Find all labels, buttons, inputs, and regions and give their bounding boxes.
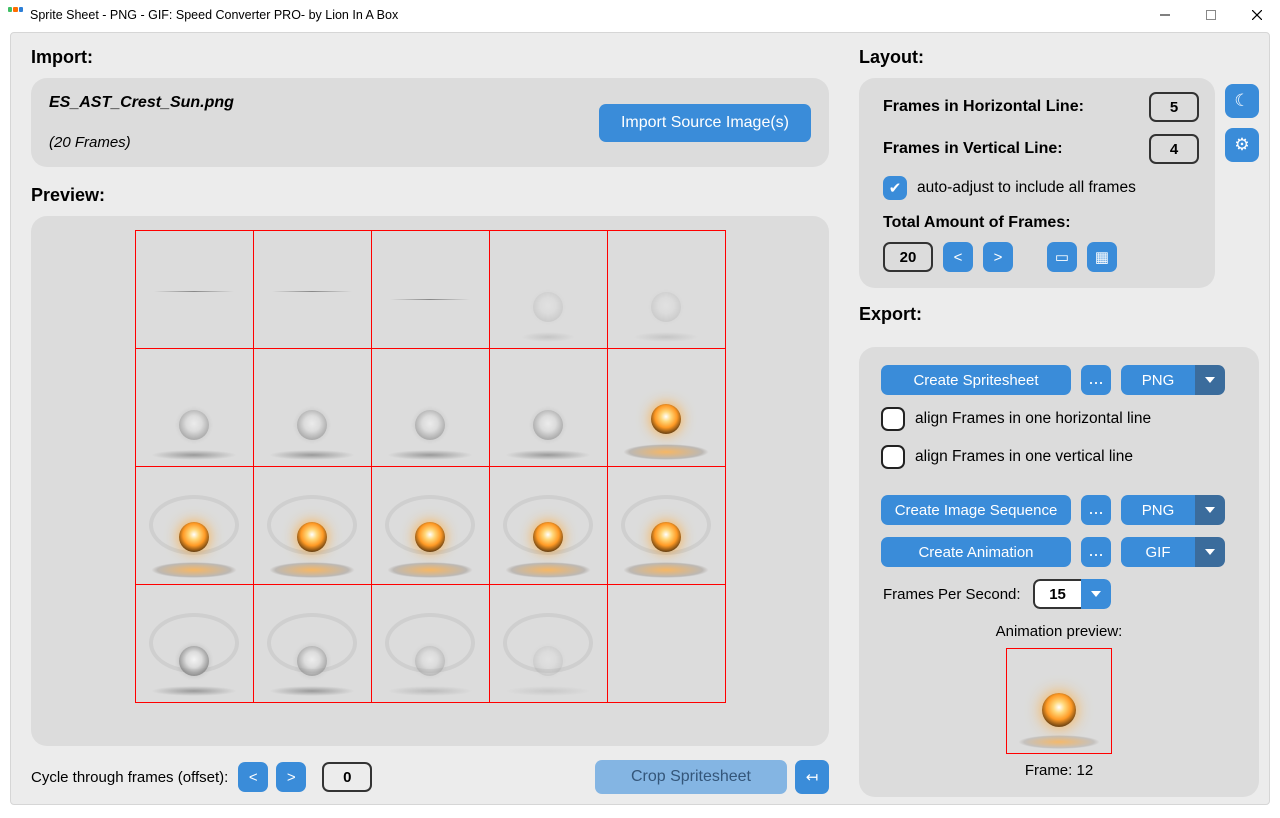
- total-prev-button[interactable]: <: [943, 242, 973, 272]
- align-vertical-checkbox[interactable]: [881, 445, 905, 469]
- import-source-button[interactable]: Import Source Image(s): [599, 104, 811, 142]
- sprite-frame: [490, 231, 607, 348]
- sequence-format-select[interactable]: PNG: [1121, 495, 1225, 525]
- app-frame: Import: ES_AST_Crest_Sun.png (20 Frames)…: [10, 32, 1270, 805]
- sprite-frame: [136, 231, 253, 348]
- sequence-format-value: PNG: [1121, 495, 1195, 525]
- app-icon: [8, 7, 24, 23]
- create-sequence-button[interactable]: Create Image Sequence: [881, 495, 1071, 525]
- spritesheet-format-value: PNG: [1121, 365, 1195, 395]
- import-heading: Import:: [31, 47, 829, 68]
- export-heading: Export:: [859, 304, 1259, 325]
- total-frames-label: Total Amount of Frames:: [883, 214, 1199, 232]
- sprite-frame: [254, 585, 371, 702]
- create-animation-button[interactable]: Create Animation: [881, 537, 1071, 567]
- sequence-path-button[interactable]: ...: [1081, 495, 1111, 525]
- sprite-frame: [372, 231, 489, 348]
- auto-adjust-label: auto-adjust to include all frames: [917, 179, 1136, 197]
- frames-v-input[interactable]: 4: [1149, 134, 1199, 164]
- sprite-frame: [608, 585, 725, 702]
- import-panel: ES_AST_Crest_Sun.png (20 Frames) Import …: [31, 78, 829, 167]
- sprite-frame: [372, 349, 489, 466]
- cycle-offset-input[interactable]: 0: [322, 762, 372, 792]
- chevron-down-icon: [1195, 495, 1225, 525]
- chevron-down-icon: [1195, 537, 1225, 567]
- animation-preview: [1006, 648, 1112, 754]
- sprite-frame: [608, 467, 725, 584]
- spritesheet-path-button[interactable]: ...: [1081, 365, 1111, 395]
- sprite-frame: [490, 585, 607, 702]
- align-horizontal-checkbox[interactable]: [881, 407, 905, 431]
- sprite-frame: [254, 231, 371, 348]
- animation-format-select[interactable]: GIF: [1121, 537, 1225, 567]
- animation-frame-label: Frame: 12: [881, 762, 1237, 779]
- create-spritesheet-button[interactable]: Create Spritesheet: [881, 365, 1071, 395]
- frames-h-input[interactable]: 5: [1149, 92, 1199, 122]
- sprite-frame: [372, 467, 489, 584]
- source-filename: ES_AST_Crest_Sun.png: [49, 94, 234, 112]
- sprite-frame: [490, 349, 607, 466]
- align-horizontal-label: align Frames in one horizontal line: [915, 410, 1151, 428]
- chevron-down-icon: [1195, 365, 1225, 395]
- source-frame-count: (20 Frames): [49, 134, 234, 151]
- fps-select[interactable]: 15: [1033, 579, 1111, 609]
- total-next-button[interactable]: >: [983, 242, 1013, 272]
- animation-preview-label: Animation preview:: [881, 623, 1237, 640]
- sprite-frame: [372, 585, 489, 702]
- preview-panel: [31, 216, 829, 746]
- auto-adjust-checkbox[interactable]: ✔: [883, 176, 907, 200]
- minimize-button[interactable]: [1142, 0, 1188, 30]
- frames-h-label: Frames in Horizontal Line:: [883, 98, 1084, 116]
- sprite-frame: [136, 467, 253, 584]
- cycle-next-button[interactable]: >: [276, 762, 306, 792]
- left-column: Import: ES_AST_Crest_Sun.png (20 Frames)…: [31, 43, 859, 794]
- export-panel: Create Spritesheet ... PNG align Frames …: [859, 347, 1259, 797]
- window-controls: [1142, 0, 1280, 30]
- cycle-prev-button[interactable]: <: [238, 762, 268, 792]
- chevron-down-icon: [1081, 579, 1111, 609]
- fps-label: Frames Per Second:: [883, 586, 1021, 603]
- settings-icon[interactable]: ⚙: [1225, 128, 1259, 162]
- window-title: Sprite Sheet - PNG - GIF: Speed Converte…: [30, 8, 1142, 22]
- sprite-frame: [254, 467, 371, 584]
- spritesheet-format-select[interactable]: PNG: [1121, 365, 1225, 395]
- crop-spritesheet-button[interactable]: Crop Spritesheet: [595, 760, 787, 794]
- close-button[interactable]: [1234, 0, 1280, 30]
- fit-horizontal-icon[interactable]: ▭: [1047, 242, 1077, 272]
- cycle-label: Cycle through frames (offset):: [31, 769, 228, 786]
- preview-heading: Preview:: [31, 185, 829, 206]
- sprite-grid: [135, 230, 726, 703]
- animation-format-value: GIF: [1121, 537, 1195, 567]
- grid-layout-icon[interactable]: ▦: [1087, 242, 1117, 272]
- layout-panel: Frames in Horizontal Line: 5 Frames in V…: [859, 78, 1215, 288]
- sprite-frame: [136, 585, 253, 702]
- sprite-frame: [608, 231, 725, 348]
- right-column: Layout: Frames in Horizontal Line: 5 Fra…: [859, 43, 1259, 794]
- total-frames-input[interactable]: 20: [883, 242, 933, 272]
- theme-toggle-icon[interactable]: ☾: [1225, 84, 1259, 118]
- sprite-frame: [254, 349, 371, 466]
- animation-path-button[interactable]: ...: [1081, 537, 1111, 567]
- fps-value: 15: [1033, 579, 1081, 609]
- maximize-button[interactable]: [1188, 0, 1234, 30]
- frames-v-label: Frames in Vertical Line:: [883, 140, 1063, 158]
- sprite-frame: [136, 349, 253, 466]
- align-vertical-label: align Frames in one vertical line: [915, 448, 1133, 466]
- sprite-frame: [490, 467, 607, 584]
- layout-heading: Layout:: [859, 47, 1259, 68]
- revert-button[interactable]: ↤: [795, 760, 829, 794]
- sprite-frame: [608, 349, 725, 466]
- cycle-controls: Cycle through frames (offset): < > 0 Cro…: [31, 760, 829, 794]
- window-titlebar: Sprite Sheet - PNG - GIF: Speed Converte…: [0, 0, 1280, 30]
